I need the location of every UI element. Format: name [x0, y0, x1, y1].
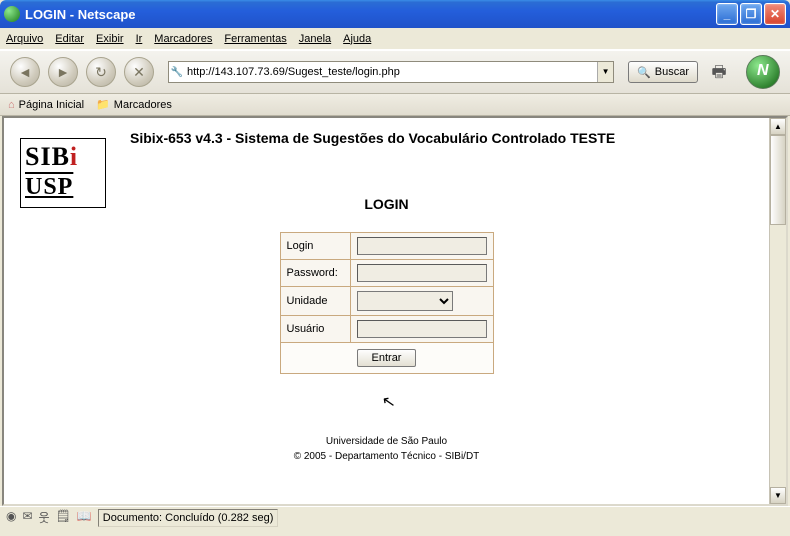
menu-exibir[interactable]: Exibir — [96, 33, 124, 45]
login-input[interactable] — [357, 237, 487, 255]
sibi-logo: SIBi USP — [20, 138, 106, 208]
menu-marcadores[interactable]: Marcadores — [154, 33, 212, 45]
footer-line2: © 2005 - Departamento Técnico - SIBi/DT — [20, 449, 753, 464]
scroll-up-button[interactable]: ▲ — [770, 118, 786, 135]
netscape-icon — [4, 6, 20, 22]
addressbook-icon[interactable]: 📖 — [77, 509, 92, 526]
label-unidade: Unidade — [280, 287, 350, 316]
search-button[interactable]: 🔍 Buscar — [628, 61, 698, 83]
url-dropdown[interactable]: ▼ — [597, 62, 613, 82]
bookmark-toolbar: ⌂ Página Inicial 📁 Marcadores — [0, 94, 790, 116]
login-heading: LOGIN — [20, 196, 753, 212]
submit-button[interactable]: Entrar — [357, 349, 417, 367]
label-password: Password: — [280, 260, 350, 287]
logo-text-i: i — [70, 142, 78, 171]
aim-icon[interactable]: 웃 — [39, 509, 50, 526]
menu-janela[interactable]: Janela — [299, 33, 331, 45]
scroll-down-button[interactable]: ▼ — [770, 487, 786, 504]
close-button[interactable]: ✕ — [764, 3, 786, 25]
menu-ajuda[interactable]: Ajuda — [343, 33, 371, 45]
status-icons: ◉ ✉ 웃 🗒 📖 — [6, 509, 92, 526]
search-label: Buscar — [655, 66, 689, 78]
menu-arquivo[interactable]: Arquivo — [6, 33, 43, 45]
menu-ferramentas[interactable]: Ferramentas — [224, 33, 286, 45]
home-icon: ⌂ — [8, 99, 15, 111]
menu-bar: Arquivo Editar Exibir Ir Marcadores Ferr… — [0, 28, 790, 50]
stop-button[interactable]: ✕ — [124, 57, 154, 87]
menu-ir[interactable]: Ir — [136, 33, 143, 45]
scroll-thumb[interactable] — [770, 135, 786, 225]
print-button[interactable]: 🖶 — [706, 61, 732, 83]
nav-toolbar: ◄ ► ↻ ✕ 🔧 ▼ 🔍 Buscar 🖶 — [0, 50, 790, 94]
logo-text-sib: SIB — [25, 142, 70, 171]
content-viewport: SIBi USP Sibix-653 v4.3 - Sistema de Sug… — [2, 116, 788, 506]
forward-button[interactable]: ► — [48, 57, 78, 87]
site-icon: 🔧 — [169, 67, 185, 78]
page-footer: Universidade de São Paulo © 2005 - Depar… — [20, 434, 753, 464]
status-text: Documento: Concluído (0.282 seg) — [98, 509, 279, 527]
vertical-scrollbar[interactable]: ▲ ▼ — [769, 118, 786, 504]
status-bar: ◉ ✉ 웃 🗒 📖 Documento: Concluído (0.282 se… — [0, 506, 790, 528]
maximize-button[interactable]: ❐ — [740, 3, 762, 25]
back-button[interactable]: ◄ — [10, 57, 40, 87]
footer-line1: Universidade de São Paulo — [20, 434, 753, 449]
unidade-select[interactable] — [357, 291, 453, 311]
netscape-status-icon: ◉ — [6, 509, 16, 526]
bookmark-folder-label: Marcadores — [114, 99, 172, 111]
window-title: LOGIN - Netscape — [25, 7, 714, 22]
bookmark-home-label: Página Inicial — [19, 99, 84, 111]
netscape-throbber-icon — [746, 55, 780, 89]
reload-button[interactable]: ↻ — [86, 57, 116, 87]
login-form: Login Password: Unidade Usuário Entrar — [280, 232, 494, 374]
url-input[interactable] — [185, 63, 597, 81]
password-input[interactable] — [357, 264, 487, 282]
bookmark-home[interactable]: ⌂ Página Inicial — [8, 99, 84, 111]
folder-icon: 📁 — [96, 98, 110, 111]
magnifier-icon: 🔍 — [637, 66, 651, 79]
composer-icon[interactable]: 🗒 — [56, 509, 71, 526]
page-body: SIBi USP Sibix-653 v4.3 - Sistema de Sug… — [4, 118, 769, 504]
mail-icon[interactable]: ✉ — [22, 509, 32, 526]
label-login: Login — [280, 233, 350, 260]
usuario-input[interactable] — [357, 320, 487, 338]
page-title: Sibix-653 v4.3 - Sistema de Sugestões do… — [130, 130, 753, 146]
label-usuario: Usuário — [280, 316, 350, 343]
minimize-button[interactable]: _ — [716, 3, 738, 25]
menu-editar[interactable]: Editar — [55, 33, 84, 45]
logo-text-usp: USP — [25, 174, 101, 201]
address-bar: 🔧 ▼ — [168, 61, 614, 83]
window-titlebar: LOGIN - Netscape _ ❐ ✕ — [0, 0, 790, 28]
bookmark-folder[interactable]: 📁 Marcadores — [96, 98, 172, 111]
